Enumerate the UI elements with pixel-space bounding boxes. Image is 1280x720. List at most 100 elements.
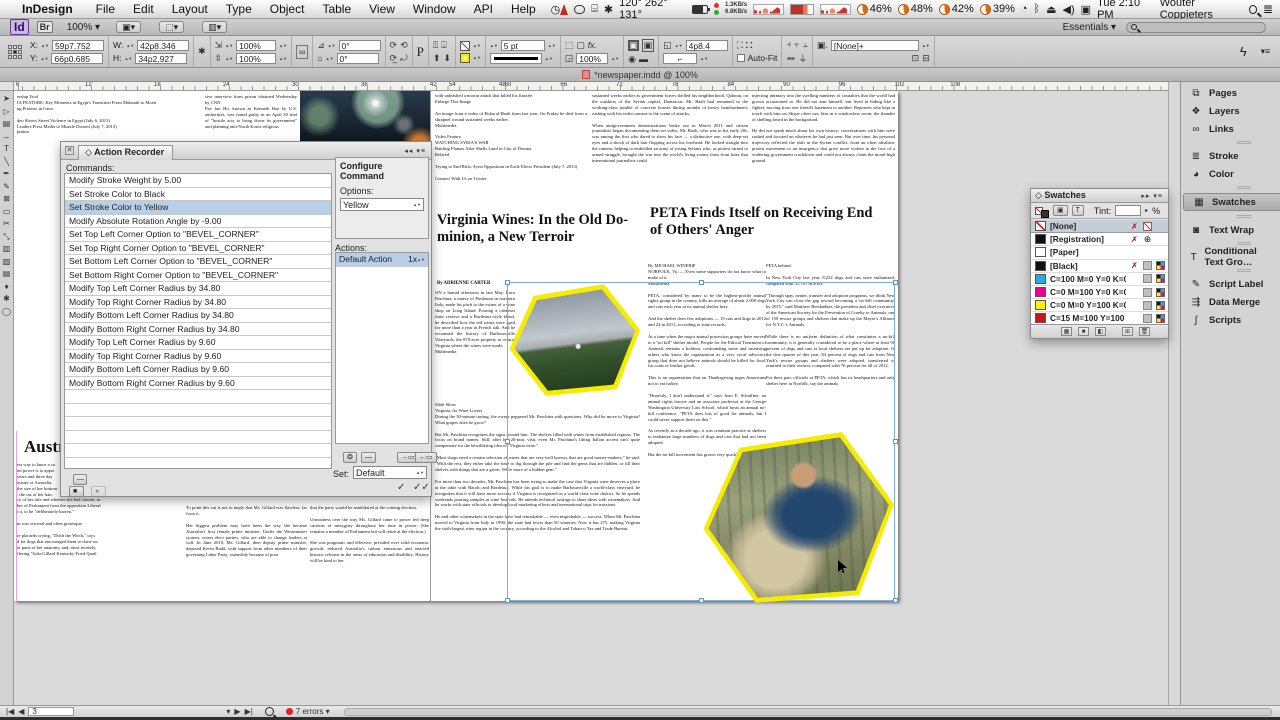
menu-item[interactable]: Help xyxy=(502,2,545,16)
preflight-status[interactable]: 7 errors ▾ xyxy=(285,707,330,716)
corner-options-icon[interactable]: ◱ xyxy=(663,40,672,51)
command-row[interactable] xyxy=(65,431,331,444)
gauge[interactable]: 48% xyxy=(897,3,933,15)
stroke-weight-field[interactable]: 5 pt xyxy=(500,39,545,51)
gradient-feather-tool[interactable]: ▨ xyxy=(3,257,11,266)
dock-panel-button[interactable]: ⧉ Pages xyxy=(1181,84,1280,102)
flip-vertical-button[interactable]: ⤾ xyxy=(400,53,408,64)
gauge[interactable]: 46% xyxy=(856,3,892,15)
menu-item[interactable]: File xyxy=(87,2,124,16)
ruler-origin-box[interactable] xyxy=(0,82,14,91)
options-dropdown[interactable]: Yellow ▲▼ xyxy=(340,198,424,211)
page-menu-button[interactable]: ▾ xyxy=(226,707,230,716)
menu-item[interactable]: Table xyxy=(313,2,360,16)
dock-panel-button[interactable] xyxy=(1181,183,1280,192)
menu-item[interactable]: Window xyxy=(404,2,465,16)
volume-icon[interactable]: ◀) xyxy=(1063,3,1075,16)
corner-radius-stepper[interactable]: ▲▼ xyxy=(675,43,683,47)
wrap-around-button[interactable]: ◉ xyxy=(628,54,636,65)
battery-icon[interactable] xyxy=(692,4,710,14)
page-number-field[interactable]: 3 xyxy=(28,707,75,716)
break-link-style-button[interactable]: ⊟ xyxy=(922,53,930,64)
dock-panel-button[interactable]: ∞ Links xyxy=(1181,120,1280,138)
woman-dog-image-frame[interactable] xyxy=(695,427,903,610)
dock-panel-button[interactable] xyxy=(1181,212,1280,221)
display-icon[interactable]: ▣ xyxy=(1081,3,1091,16)
document-tab[interactable]: *newspaper.indd @ 100% xyxy=(594,70,698,80)
workspace-switcher[interactable]: Essentials ▾ xyxy=(1063,22,1116,33)
select-prev-icon[interactable]: ⬆ xyxy=(433,53,441,64)
object-style-menu[interactable]: ▲▼ xyxy=(922,43,930,47)
command-row[interactable]: Set Bottom Right Corner Option to "BEVEL… xyxy=(65,269,331,282)
rectangle-tool[interactable]: ▭ xyxy=(3,207,11,216)
cpu-bars-icon[interactable] xyxy=(790,3,814,15)
object-style-field[interactable]: [None]+ xyxy=(830,39,919,51)
swatches-titlebar[interactable]: ◇ Swatches ▸▸ ▾≡ xyxy=(1031,189,1168,203)
record-button[interactable]: ● xyxy=(91,486,106,497)
peta-headline[interactable]: PETA Finds Itself on Receiving End of Ot… xyxy=(650,205,900,238)
selection-handle-tr[interactable] xyxy=(893,280,898,285)
selection-handle-mr[interactable] xyxy=(893,439,898,444)
gradient-tool[interactable]: ▥ xyxy=(3,245,11,253)
rectangle-frame-tool[interactable]: ⊠ xyxy=(3,195,10,203)
bridge-button[interactable]: Br xyxy=(36,21,53,33)
wrap-off-button[interactable]: ▣ xyxy=(628,39,639,51)
command-row[interactable]: Set Stroke Color to Black xyxy=(65,188,331,201)
fill-swatch[interactable] xyxy=(459,40,470,51)
opacity-menu[interactable]: ▲▼ xyxy=(611,56,619,60)
wrap-on-button[interactable]: ▣ xyxy=(641,38,655,52)
delete-action-button[interactable]: — xyxy=(361,452,376,463)
fit-frame-button[interactable]: ⛚ xyxy=(746,40,752,51)
action-recorder-tab[interactable]: ◇ Action Recorder xyxy=(78,144,174,160)
export-action-button[interactable]: ←▭ xyxy=(415,452,437,463)
settings-gear-icon[interactable]: ❂ xyxy=(343,452,357,463)
dock-panel-button[interactable]: T Conditional Text Gro… xyxy=(1181,246,1280,268)
command-row[interactable]: Set Top Right Corner Option to "BEVEL_CO… xyxy=(65,242,331,255)
autofit-checkbox[interactable] xyxy=(736,54,745,62)
command-row[interactable]: Set Stroke Color to Yellow xyxy=(65,201,331,215)
panel-close-icon[interactable]: ✕ xyxy=(65,146,74,155)
preflight-menu-icon[interactable]: ▾ xyxy=(326,707,330,716)
australia-col3[interactable]: that the party would be annihilated at t… xyxy=(310,505,429,600)
menu-item[interactable]: Object xyxy=(261,2,314,16)
selection-handle-bl[interactable] xyxy=(505,598,510,603)
swatch-row[interactable]: [Paper] xyxy=(1031,246,1168,260)
distribute-h-button[interactable]: ⏛ xyxy=(786,52,795,65)
app-menu-indesign[interactable]: InDesign xyxy=(22,2,73,16)
swatches-menu-icon[interactable]: ▾≡ xyxy=(1153,193,1163,200)
eject-icon[interactable]: ⏏ xyxy=(1046,3,1056,16)
command-row[interactable] xyxy=(65,458,331,469)
pencil-tool[interactable]: ✎ xyxy=(3,182,10,191)
scissors-tool[interactable]: ✂ xyxy=(3,220,10,228)
chat-status-icon[interactable] xyxy=(574,4,586,14)
apply-all-button[interactable]: ✓✓ xyxy=(413,482,430,493)
australia-col2[interactable]: To point this out is not to imply that M… xyxy=(186,505,307,600)
gauge[interactable]: 39% xyxy=(979,3,1015,15)
swatch-row[interactable]: C=100 M=0 Y=0 K=0 xyxy=(1031,273,1168,286)
stroke-weight-stepper[interactable]: ▲▼ xyxy=(490,43,498,47)
rotation-stepper[interactable]: ▲▼ xyxy=(328,43,336,47)
command-row[interactable]: Set Top Left Corner Option to "BEVEL_COR… xyxy=(65,228,331,242)
dock-panel-button[interactable]: ∫ Scripts xyxy=(1181,311,1280,329)
swatches-tab[interactable]: ◇ Swatches xyxy=(1031,190,1086,201)
h-stepper[interactable]: ▲▼ xyxy=(124,56,132,60)
stroke-swatch[interactable] xyxy=(459,52,470,63)
syria-col2[interactable]: sustained weeks earlier as government fo… xyxy=(592,93,748,207)
eyedropper-tool[interactable]: ♦ xyxy=(4,282,8,291)
command-row[interactable]: Modify Stroke Weight by 5.00 xyxy=(65,174,331,188)
user-menu[interactable]: Wouter Coppieters xyxy=(1160,0,1243,21)
virginia-col-top[interactable]: ON a humid afternoon in late May, Luca P… xyxy=(435,290,515,402)
next-page-button[interactable]: ▶ xyxy=(234,707,240,716)
x-stepper[interactable]: ▲▼ xyxy=(41,43,49,47)
thermometer-icon[interactable]: ⌸ xyxy=(591,3,598,16)
dock-panel-button[interactable]: ✎ Script Label xyxy=(1181,275,1280,293)
select-content-icon[interactable]: ⍗ xyxy=(441,40,446,51)
select-container-icon[interactable]: ⍐ xyxy=(433,40,438,51)
swatch-row[interactable]: [Registration] ✗ ⊕ xyxy=(1031,233,1168,247)
corner-radius-field[interactable]: 4p8.4 xyxy=(685,39,728,51)
view-option-button[interactable]: ▣▾ xyxy=(116,21,142,33)
scale-x-field[interactable]: 100% xyxy=(236,39,277,51)
dock-panel-button[interactable] xyxy=(1181,138,1280,147)
app-search-input[interactable] xyxy=(1126,21,1266,33)
horizontal-scrollbar[interactable] xyxy=(343,707,1272,716)
